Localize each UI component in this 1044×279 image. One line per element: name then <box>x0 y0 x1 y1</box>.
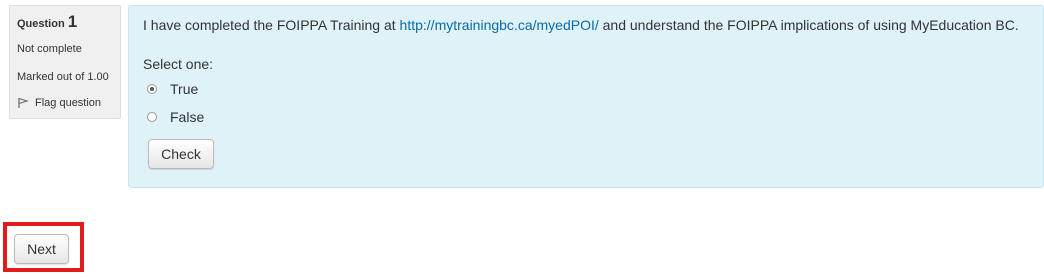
answer-prompt: Select one: <box>143 56 214 72</box>
answer-option-true[interactable]: True <box>143 75 1029 103</box>
question-content-panel: I have completed the FOIPPA Training at … <box>128 5 1044 188</box>
answer-option-label[interactable]: True <box>170 81 198 97</box>
question-number: Question 1 <box>17 12 113 32</box>
next-button[interactable]: Next <box>14 234 69 264</box>
flag-question-label: Flag question <box>35 97 102 109</box>
radio-true[interactable] <box>147 84 157 94</box>
question-text-after: and understand the FOIPPA implications o… <box>598 17 1019 33</box>
flag-icon <box>17 97 29 109</box>
question-grade: Marked out of 1.00 <box>17 71 109 83</box>
flag-question-toggle[interactable]: Flag question <box>17 97 113 109</box>
question-info-panel: Question 1 Not complete Marked out of 1.… <box>9 5 121 119</box>
answer-option-false[interactable]: False <box>143 103 1029 131</box>
radio-false[interactable] <box>147 112 157 122</box>
question-number-value: 1 <box>67 12 78 31</box>
question-label: Question <box>17 18 65 30</box>
training-link[interactable]: http://mytrainingbc.ca/myedPOI/ <box>400 17 599 33</box>
answer-option-label[interactable]: False <box>170 109 204 125</box>
question-text: I have completed the FOIPPA Training at … <box>143 16 1029 34</box>
question-text-before: I have completed the FOIPPA Training at <box>143 17 400 33</box>
check-button[interactable]: Check <box>148 139 214 169</box>
question-state: Not complete <box>17 43 82 55</box>
